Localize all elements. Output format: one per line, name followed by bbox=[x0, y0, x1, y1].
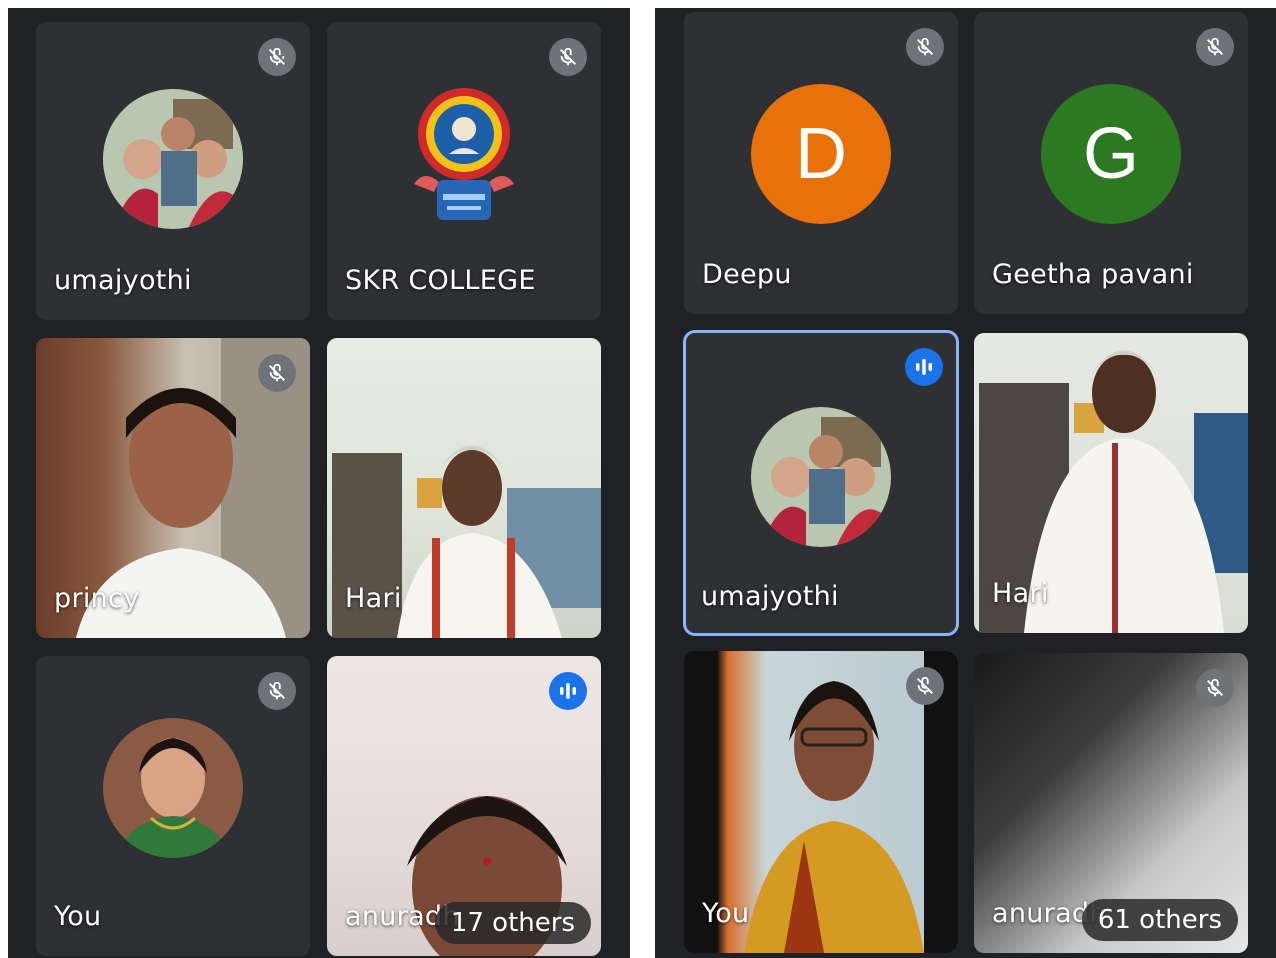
others-count-chip[interactable]: 17 others bbox=[434, 902, 591, 944]
participant-tile-you[interactable]: You bbox=[684, 651, 958, 953]
mic-off-icon bbox=[1196, 669, 1234, 707]
mic-off-icon bbox=[258, 354, 296, 392]
initial-avatar: D bbox=[751, 83, 891, 224]
right-meeting-screenshot: D Deepu G Geetha pavani umajyothi Hari Y… bbox=[655, 8, 1276, 958]
participant-tile-umajyothi[interactable]: umajyothi bbox=[36, 22, 310, 320]
participant-name: princy bbox=[54, 583, 140, 614]
participant-tile-skr-college[interactable]: SKR COLLEGE bbox=[327, 22, 601, 320]
participant-name: Geetha pavani bbox=[992, 259, 1194, 290]
mic-off-icon bbox=[258, 672, 296, 710]
initial-avatar: G bbox=[1041, 83, 1181, 224]
mic-off-icon bbox=[258, 38, 296, 76]
participant-tile-hari[interactable]: Hari bbox=[327, 338, 601, 638]
audio-bars-icon bbox=[549, 672, 587, 710]
participant-tile-princy[interactable]: princy bbox=[36, 338, 310, 638]
participant-tile-geetha-pavani[interactable]: G Geetha pavani bbox=[974, 12, 1248, 314]
profile-photo-avatar bbox=[103, 718, 243, 858]
participant-tile-anuradh[interactable]: anuradh 61 others bbox=[974, 653, 1248, 953]
participant-name: You bbox=[54, 901, 102, 932]
participant-name: Hari bbox=[345, 583, 402, 614]
mic-off-icon bbox=[1196, 28, 1234, 66]
mic-off-icon bbox=[906, 28, 944, 66]
participant-tile-anuradh[interactable]: anuradh 17 others bbox=[327, 656, 601, 956]
participant-name: You bbox=[702, 898, 750, 929]
mic-off-icon bbox=[906, 667, 944, 705]
left-meeting-screenshot: umajyothi SKR COLLEGE princy Hari You an… bbox=[8, 8, 630, 958]
participant-tile-deepu[interactable]: D Deepu bbox=[684, 12, 958, 314]
audio-bars-icon bbox=[905, 348, 943, 386]
participant-name: SKR COLLEGE bbox=[345, 265, 536, 296]
profile-photo-avatar bbox=[103, 89, 243, 230]
others-count-chip[interactable]: 61 others bbox=[1081, 899, 1238, 941]
profile-photo-avatar bbox=[751, 406, 891, 547]
participant-name: umajyothi bbox=[701, 581, 839, 612]
participant-tile-you[interactable]: You bbox=[36, 656, 310, 956]
mic-off-icon bbox=[549, 38, 587, 76]
participant-tile-umajyothi[interactable]: umajyothi bbox=[683, 330, 959, 636]
participant-name: Hari bbox=[992, 578, 1049, 609]
participant-name: umajyothi bbox=[54, 265, 192, 296]
participant-tile-hari[interactable]: Hari bbox=[974, 333, 1248, 633]
participant-name: Deepu bbox=[702, 259, 792, 290]
college-logo bbox=[409, 84, 519, 234]
